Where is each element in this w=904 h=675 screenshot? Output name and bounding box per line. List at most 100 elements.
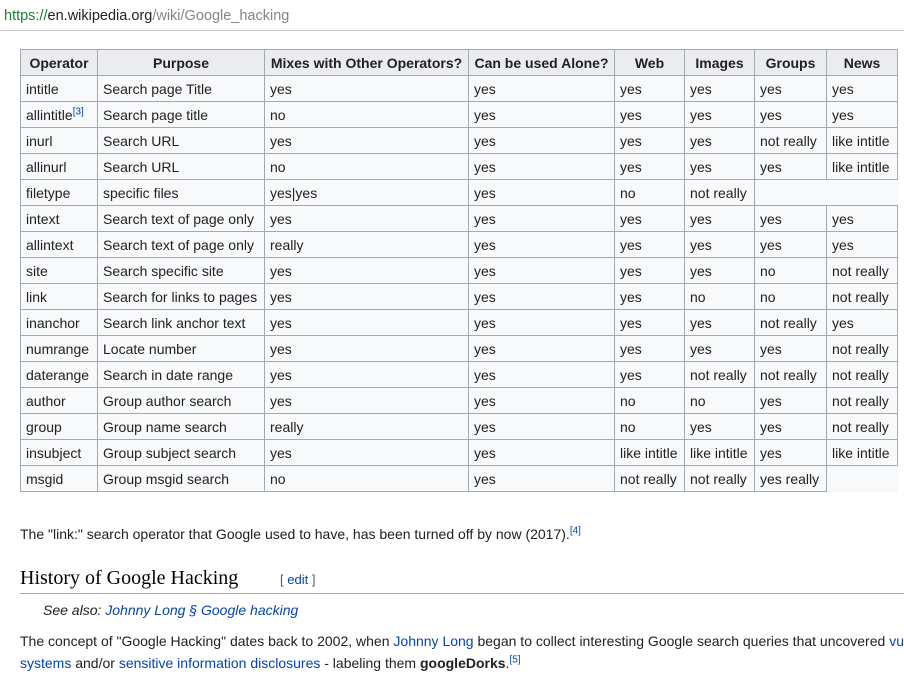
cell: yes (468, 101, 615, 128)
text: began to collect interesting Google sear… (473, 633, 890, 649)
table-row: intext Search text of page only yes yes yes y… (20, 205, 898, 232)
cell: no (684, 387, 755, 414)
cell: daterange (20, 361, 98, 388)
paragraph-line-2: systems and/or sensitive information dis… (20, 652, 904, 674)
url-text[interactable]: https://en.wikipedia.org/wiki/Google_hac… (4, 7, 289, 25)
cell: not really (826, 387, 898, 414)
cell: intext (20, 205, 98, 232)
googledorks-term: googleDorks (419, 655, 506, 671)
cell: yes (754, 387, 827, 414)
cell: yes (684, 101, 755, 128)
johnny-long-link[interactable]: Johnny Long (393, 633, 473, 649)
url-path: /wiki/Google_hacking (152, 8, 290, 24)
cell: yes (468, 439, 615, 466)
table-row: msgid Group msgid search no yes not really no… (20, 465, 898, 492)
table-row: inanchor Search link anchor text yes yes yes… (20, 309, 898, 336)
cell: no (614, 413, 685, 440)
cell: yes (614, 231, 685, 258)
text: - labeling them (320, 655, 420, 671)
see-also-hatnote: See also: Johnny Long § Google hacking (43, 602, 298, 618)
cell: yes (468, 283, 615, 310)
cell: yes (684, 205, 755, 232)
cell: inanchor (20, 309, 98, 336)
edit-link[interactable]: edit (287, 572, 308, 587)
cell: allintitle[3] (20, 101, 98, 128)
table-row: allintitle[3] Search page title no yes yes ye… (20, 101, 898, 128)
cell: yes (754, 413, 827, 440)
cell: Search URL (97, 153, 265, 180)
cell: yes (468, 335, 615, 362)
link-operator-note: The "link:" search operator that Google … (20, 526, 581, 542)
cell: yes (468, 309, 615, 336)
table-row: filetype specific files yes|yes yes no not re… (20, 179, 898, 206)
cell: intitle (20, 75, 98, 102)
address-bar[interactable]: https://en.wikipedia.org/wiki/Google_hac… (0, 0, 904, 31)
citation-link[interactable]: [4] (570, 525, 581, 536)
cell: filetype (20, 179, 98, 206)
header-web: Web (614, 49, 685, 76)
cell: Search text of page only (97, 231, 265, 258)
header-news: News (826, 49, 898, 76)
operator-name: allintitle (26, 106, 73, 123)
cell: yes (684, 127, 755, 154)
cell: Group subject search (97, 439, 265, 466)
cell: not really (826, 413, 898, 440)
cell: yes (468, 387, 615, 414)
cell: allinurl (20, 153, 98, 180)
table-row: link Search for links to pages yes yes yes no… (20, 283, 898, 310)
cell: link (20, 283, 98, 310)
cell: yes (614, 127, 685, 154)
sensitive-info-link[interactable]: sensitive information disclosures (119, 655, 321, 671)
cell: yes (684, 75, 755, 102)
cell: yes (468, 231, 615, 258)
see-also-link[interactable]: Johnny Long § Google hacking (105, 602, 298, 618)
cell: yes (754, 205, 827, 232)
cell: Search URL (97, 127, 265, 154)
cell: yes (468, 361, 615, 388)
citation-link[interactable]: [5] (509, 654, 520, 665)
cell: Search page title (97, 101, 265, 128)
cell: yes (614, 335, 685, 362)
table-row: daterange Search in date range yes yes yes no… (20, 361, 898, 388)
vulnerable-link[interactable]: vu (889, 633, 904, 649)
header-groups: Groups (754, 49, 827, 76)
cell: yes (684, 413, 755, 440)
cell: yes (468, 127, 615, 154)
systems-link[interactable]: systems (20, 655, 71, 671)
cell: not really (684, 361, 755, 388)
note-text: The "link:" search operator that Google … (20, 526, 570, 542)
cell: not really (684, 179, 755, 206)
cell: like intitle (826, 127, 898, 154)
cell: like intitle (826, 439, 898, 466)
cell: Group msgid search (97, 465, 265, 492)
cell: yes (614, 153, 685, 180)
cell: no (754, 257, 827, 284)
cell: yes (468, 465, 615, 492)
header-purpose: Purpose (97, 49, 265, 76)
cell: not really (826, 361, 898, 388)
section-title: History of Google Hacking (20, 567, 239, 589)
paragraph-line-1: The concept of "Google Hacking" dates ba… (20, 630, 904, 652)
header-mixes: Mixes with Other Operators? (264, 49, 469, 76)
cell: yes (754, 75, 827, 102)
section-heading: History of Google Hacking [ edit ] (20, 567, 904, 594)
cell: yes (754, 153, 827, 180)
cell: yes (754, 231, 827, 258)
cell: not really (754, 127, 827, 154)
empty-cell (826, 465, 898, 492)
cell: not really (826, 257, 898, 284)
header-operator: Operator (20, 49, 98, 76)
citation-link[interactable]: [3] (73, 106, 84, 117)
table-row: group Group name search really yes no yes yes n… (20, 413, 898, 440)
cell: yes (468, 153, 615, 180)
cell: really (264, 231, 469, 258)
table-row: intitle Search page Title yes yes yes yes yes y… (20, 75, 898, 102)
cell: yes (684, 153, 755, 180)
cell: yes (614, 205, 685, 232)
cell: Search link anchor text (97, 309, 265, 336)
cell: yes (754, 101, 827, 128)
cell: yes (264, 205, 469, 232)
cell: yes (264, 283, 469, 310)
cell: yes (826, 309, 898, 336)
cell: yes (614, 309, 685, 336)
